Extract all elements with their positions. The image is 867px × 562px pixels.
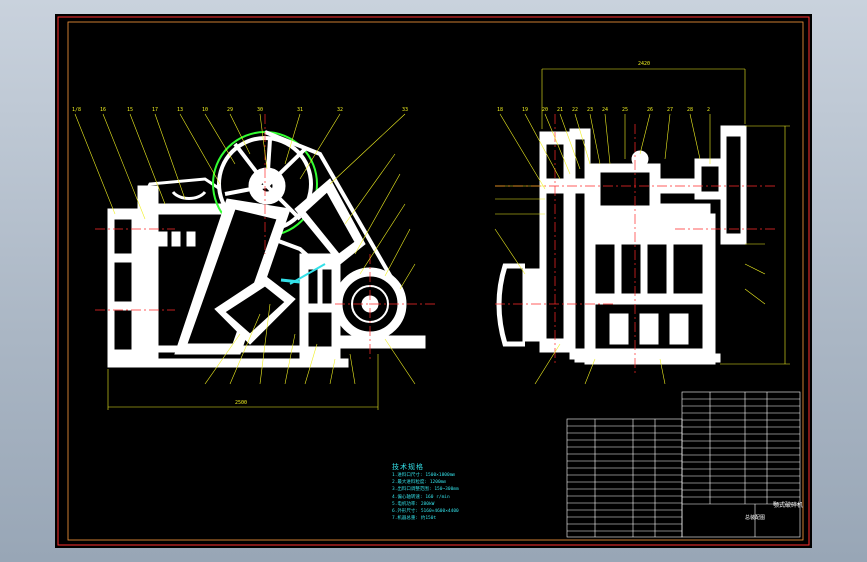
part-number-label: 25 bbox=[622, 107, 629, 113]
part-number-label: 15 bbox=[127, 107, 134, 113]
front-dimension: 2500 bbox=[235, 400, 248, 406]
part-number-label: 28 bbox=[687, 107, 694, 113]
tech-spec-line: 2.最大进料粒度: 1200mm bbox=[392, 480, 447, 486]
part-number-label: 19 bbox=[522, 107, 529, 113]
part-number-label: 31 bbox=[297, 107, 304, 113]
part-number-label: 10 bbox=[202, 107, 209, 113]
cad-viewport[interactable]: 技术规格 1.进料口尺寸: 1500×1800mm 2.最大进料粒度: 1200… bbox=[0, 0, 867, 562]
tech-spec-line: 6.外形尺寸: 5160×4600×4400 bbox=[392, 509, 459, 515]
part-number-label: 27 bbox=[667, 107, 674, 113]
part-number-label: 26 bbox=[647, 107, 654, 113]
side-sheave bbox=[496, 263, 525, 347]
part-number-label: 17 bbox=[152, 107, 159, 113]
tech-spec-title: 技术规格 bbox=[392, 463, 424, 471]
front-view bbox=[74, 113, 435, 410]
part-number-label: 2 bbox=[707, 107, 711, 113]
part-number-label: 13 bbox=[177, 107, 184, 113]
part-number-label: 32 bbox=[337, 107, 344, 113]
tech-spec-block: 技术规格 1.进料口尺寸: 1500×1800mm 2.最大进料粒度: 1200… bbox=[392, 463, 512, 522]
part-number-label: 20 bbox=[542, 107, 549, 113]
side-view bbox=[494, 68, 790, 385]
part-number-label: 30 bbox=[257, 107, 264, 113]
tech-spec-line: 3.出料口调整范围: 150~300mm bbox=[392, 487, 459, 493]
part-number-label: 16 bbox=[100, 107, 107, 113]
drawing-sheet: 技术规格 1.进料口尺寸: 1500×1800mm 2.最大进料粒度: 1200… bbox=[55, 14, 812, 548]
bom-table bbox=[566, 418, 683, 538]
tech-spec-line: 5.电机功率: 280kW bbox=[392, 501, 435, 507]
part-number-label: 18 bbox=[497, 107, 504, 113]
title-block-drawing-no: 总装配图 bbox=[745, 515, 766, 521]
title-block-name: 颚式破碎机 bbox=[773, 502, 804, 509]
part-number-label: 33 bbox=[402, 107, 409, 113]
part-number-label: 1/8 bbox=[72, 107, 82, 113]
part-number-label: 23 bbox=[587, 107, 594, 113]
tech-spec-line: 1.进料口尺寸: 1500×1800mm bbox=[392, 473, 456, 478]
part-number-label: 29 bbox=[227, 107, 234, 113]
title-block bbox=[681, 391, 801, 538]
side-dimension: 2420 bbox=[638, 61, 651, 67]
tech-spec-line: 7.机器总重: 约150t bbox=[392, 516, 437, 522]
part-number-label: 24 bbox=[602, 107, 609, 113]
part-number-label: 22 bbox=[572, 107, 579, 113]
part-number-label: 21 bbox=[557, 107, 564, 113]
tech-spec-line: 4.偏心轴转速: 160 r/min bbox=[392, 494, 450, 500]
